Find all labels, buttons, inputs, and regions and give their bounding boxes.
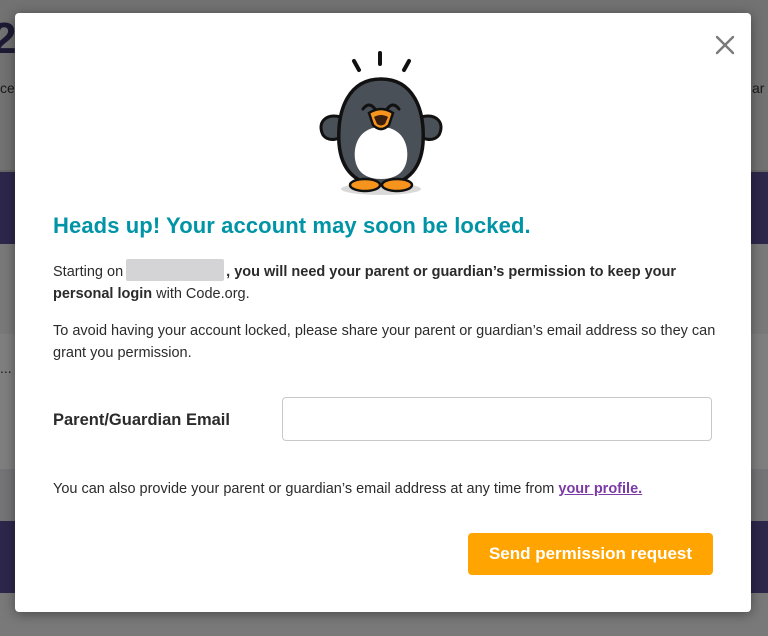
notice-suffix-text: with Code.org. [152, 286, 250, 302]
lock-date-notice: Starting on, you will need your parent o… [53, 259, 721, 305]
profile-note-text: You can also provide your parent or guar… [53, 481, 559, 497]
profile-link[interactable]: your profile. [558, 481, 642, 497]
penguin-mascot-icon [319, 51, 443, 195]
parent-email-input[interactable] [282, 397, 712, 441]
close-icon[interactable] [713, 33, 737, 57]
lock-warning-dialog: Heads up! Your account may soon be locke… [15, 13, 751, 612]
redacted-date [126, 259, 225, 281]
email-field-label: Parent/Guardian Email [53, 411, 230, 429]
dialog-heading: Heads up! Your account may soon be locke… [53, 213, 531, 238]
profile-alternative-note: You can also provide your parent or guar… [53, 478, 721, 500]
notice-prefix-text: Starting on [53, 264, 124, 280]
share-email-instructions: To avoid having your account locked, ple… [53, 323, 716, 361]
send-permission-request-button[interactable]: Send permission request [468, 533, 713, 575]
